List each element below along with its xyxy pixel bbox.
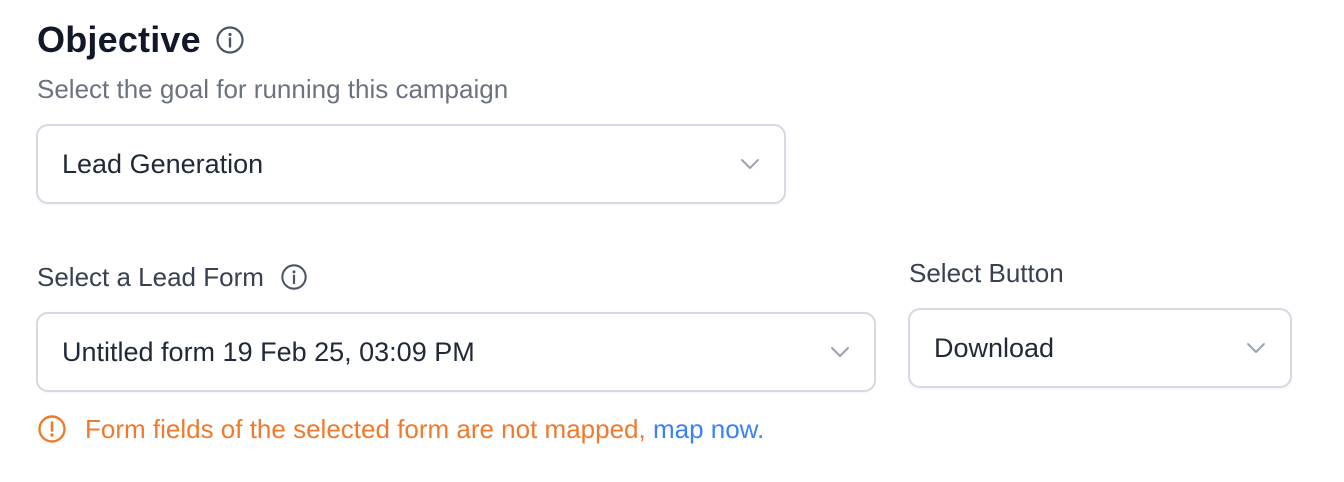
lead-form-label: Select a Lead Form (37, 260, 308, 294)
button-select[interactable]: Download (908, 308, 1292, 388)
objective-selected-value: Lead Generation (62, 148, 264, 179)
warning-message: Form fields of the selected form are not… (85, 414, 646, 444)
button-selected-value: Download (934, 332, 1055, 363)
chevron-down-icon (1244, 336, 1268, 360)
objective-select[interactable]: Lead Generation (36, 124, 786, 204)
objective-info-icon[interactable] (215, 25, 245, 55)
objective-subtitle: Select the goal for running this campaig… (37, 74, 509, 104)
chevron-down-icon (738, 152, 762, 176)
chevron-down-icon (828, 340, 852, 364)
lead-form-select[interactable]: Untitled form 19 Feb 25, 03:09 PM (36, 312, 876, 392)
button-label-text: Select Button (909, 258, 1064, 288)
lead-form-info-icon[interactable] (280, 263, 308, 291)
button-label: Select Button (909, 256, 1064, 290)
objective-title: Objective (37, 19, 201, 60)
objective-heading: Objective (37, 18, 245, 62)
form-mapping-warning: Form fields of the selected form are not… (37, 412, 764, 446)
lead-form-label-text: Select a Lead Form (37, 262, 264, 292)
map-now-link[interactable]: map now. (653, 414, 764, 444)
lead-form-selected-value: Untitled form 19 Feb 25, 03:09 PM (62, 336, 475, 367)
campaign-objective-panel: Objective Select the goal for running th… (0, 0, 1344, 482)
warning-circle-icon (37, 414, 67, 444)
